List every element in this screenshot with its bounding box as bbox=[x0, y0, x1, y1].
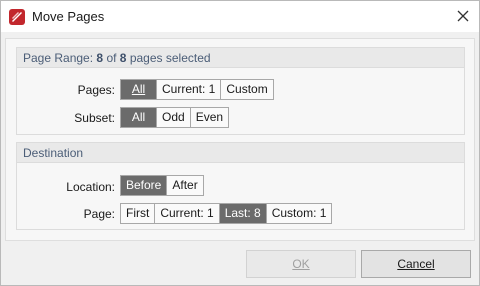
dialog-content: Page Range: 8 of 8 pages selected Pages:… bbox=[5, 38, 475, 241]
selected-count: 8 bbox=[96, 51, 104, 65]
subset-option-odd[interactable]: Odd bbox=[157, 108, 191, 127]
close-icon bbox=[457, 10, 469, 22]
page-label: Page: bbox=[83, 207, 115, 221]
dialog-title: Move Pages bbox=[32, 9, 105, 24]
page-range-header: Page Range: 8 of 8 pages selected bbox=[17, 48, 464, 68]
subset-label: Subset: bbox=[74, 111, 115, 125]
page-option-first[interactable]: First bbox=[121, 204, 156, 223]
close-button[interactable] bbox=[450, 4, 476, 28]
location-option-before[interactable]: Before bbox=[121, 176, 168, 195]
pages-selected-suffix: pages selected bbox=[129, 51, 211, 65]
total-count: 8 bbox=[119, 51, 127, 65]
pages-option-custom[interactable]: Custom bbox=[221, 80, 272, 99]
pages-option-all[interactable]: All bbox=[121, 80, 157, 99]
pages-label: Pages: bbox=[77, 83, 115, 97]
pdf-app-icon bbox=[8, 8, 26, 26]
ok-button[interactable]: OK bbox=[246, 250, 356, 278]
location-label: Location: bbox=[66, 180, 115, 194]
location-option-after[interactable]: After bbox=[167, 176, 202, 195]
pages-option-current[interactable]: Current: 1 bbox=[157, 80, 222, 99]
destination-title: Destination bbox=[23, 146, 84, 160]
subset-option-even[interactable]: Even bbox=[191, 108, 228, 127]
page-option-current[interactable]: Current: 1 bbox=[155, 204, 220, 223]
move-pages-dialog: Move Pages Page Range: 8 of 8 pages sele… bbox=[0, 0, 480, 286]
subset-segmented-control: All Odd Even bbox=[120, 107, 230, 128]
page-range-group: Page Range: 8 of 8 pages selected Pages:… bbox=[16, 47, 465, 135]
title-bar[interactable]: Move Pages bbox=[1, 1, 479, 32]
cancel-button-label: Cancel bbox=[397, 257, 435, 271]
page-option-custom[interactable]: Custom: 1 bbox=[267, 204, 332, 223]
destination-header: Destination bbox=[17, 143, 464, 163]
cancel-button[interactable]: Cancel bbox=[361, 250, 471, 278]
destination-group: Destination Location: Before After Page:… bbox=[16, 142, 465, 230]
page-range-prefix: Page Range: bbox=[23, 51, 94, 65]
page-range-title: Page Range: 8 of 8 pages selected bbox=[23, 51, 211, 65]
pages-segmented-control: All Current: 1 Custom bbox=[120, 79, 274, 100]
page-option-last[interactable]: Last: 8 bbox=[219, 204, 267, 223]
subset-option-all[interactable]: All bbox=[121, 108, 157, 127]
location-segmented-control: Before After bbox=[120, 175, 204, 196]
page-segmented-control: First Current: 1 Last: 8 Custom: 1 bbox=[120, 203, 333, 224]
of-text: of bbox=[106, 51, 117, 65]
ok-button-label: OK bbox=[292, 257, 310, 271]
